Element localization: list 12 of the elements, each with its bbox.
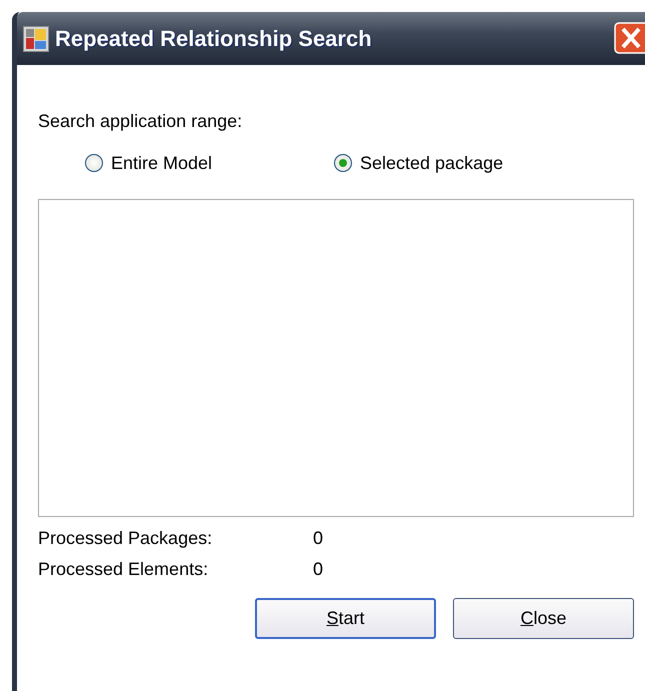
- start-button[interactable]: Start: [255, 598, 436, 639]
- radio-option[interactable]: Entire Model: [85, 152, 334, 174]
- stat-value: 0: [313, 559, 324, 580]
- stat-label: Processed Packages:: [38, 528, 214, 549]
- stat-value: 0: [313, 528, 324, 549]
- close-button[interactable]: Close: [453, 598, 634, 639]
- radio-option[interactable]: Selected package: [334, 152, 504, 174]
- close-icon[interactable]: [614, 22, 645, 54]
- window-title: Repeated Relationship Search: [55, 26, 372, 52]
- app-icon: [23, 26, 49, 52]
- range-label: Search application range:: [38, 111, 244, 133]
- stat-label: Processed Elements:: [38, 559, 210, 580]
